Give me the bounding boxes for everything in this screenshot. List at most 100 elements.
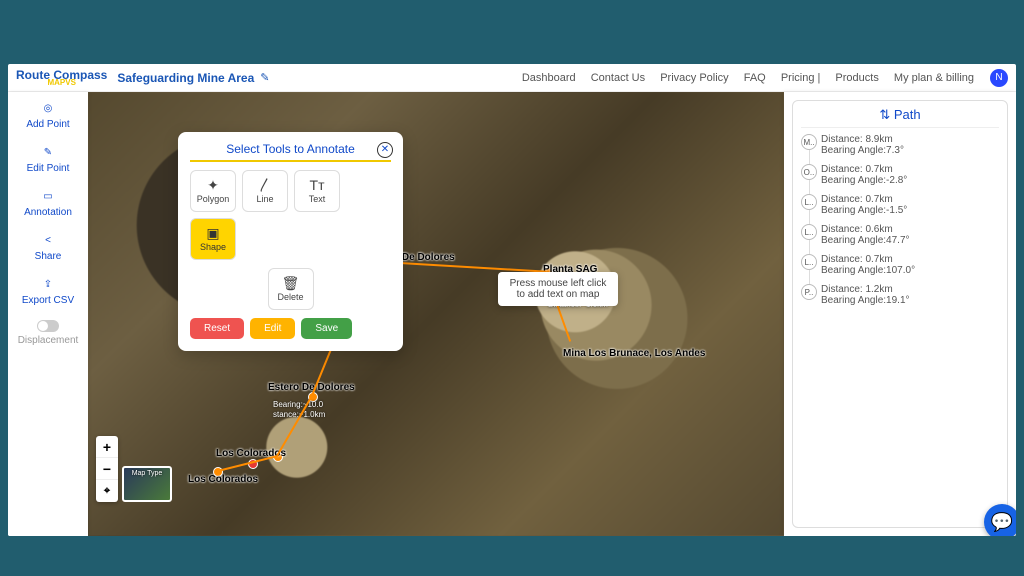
content: ◎ Add Point ✎ Edit Point ▭ Annotation < … bbox=[8, 92, 1016, 536]
segment-distance: Distance: 0.7km bbox=[821, 254, 999, 265]
path-segment[interactable]: P.. Distance: 1.2kmBearing Angle:19.1° bbox=[801, 284, 999, 306]
app-frame: Route Compass MAPVS Safeguarding Mine Ar… bbox=[8, 64, 1016, 536]
swap-icon: ⇅ bbox=[879, 107, 890, 122]
tool-label: Line bbox=[256, 194, 273, 204]
segment-connector bbox=[809, 270, 810, 284]
segment-connector bbox=[809, 210, 810, 224]
locate-button[interactable]: ⌖ bbox=[96, 480, 118, 502]
path-segment[interactable]: L.. Distance: 0.6kmBearing Angle:47.7° bbox=[801, 224, 999, 246]
zoom-in-button[interactable]: + bbox=[96, 436, 118, 458]
tool-edit-point[interactable]: ✎ Edit Point bbox=[8, 136, 88, 180]
nav-dashboard[interactable]: Dashboard bbox=[522, 72, 576, 84]
annotate-title: Select Tools to Annotate ✕ bbox=[190, 142, 391, 162]
target-icon: ◎ bbox=[40, 100, 56, 116]
top-nav: Dashboard Contact Us Privacy Policy FAQ … bbox=[522, 72, 986, 84]
map-tooltip: Press mouse left click to add text on ma… bbox=[498, 272, 618, 306]
segment-badge: P.. bbox=[801, 284, 817, 300]
tool-displacement[interactable]: Displacement bbox=[8, 312, 88, 352]
annotate-tool-row2: 🗑 Delete bbox=[190, 268, 391, 310]
topbar: Route Compass MAPVS Safeguarding Mine Ar… bbox=[8, 64, 1016, 92]
segment-bearing: Bearing Angle:-1.5° bbox=[821, 205, 999, 216]
save-button[interactable]: Save bbox=[301, 318, 352, 339]
nav-products[interactable]: Products bbox=[835, 72, 878, 84]
segment-bearing: Bearing Angle:19.1° bbox=[821, 295, 999, 306]
tool-label: Annotation bbox=[24, 207, 72, 218]
tool-label: Add Point bbox=[26, 119, 69, 130]
marker[interactable] bbox=[248, 459, 258, 469]
segment-badge: L.. bbox=[801, 254, 817, 270]
trash-icon: 🗑 bbox=[282, 276, 300, 290]
map-label-estero2-sub2: stance:~1.0km bbox=[273, 410, 325, 419]
tool-polygon[interactable]: ✦ Polygon bbox=[190, 170, 236, 212]
path-title: ⇅ Path bbox=[801, 107, 999, 128]
tool-label: Polygon bbox=[197, 194, 230, 204]
project-title[interactable]: Safeguarding Mine Area bbox=[117, 71, 254, 85]
tool-line[interactable]: 〳 Line bbox=[242, 170, 288, 212]
zoom-controls: + − ⌖ bbox=[96, 436, 118, 502]
segment-connector bbox=[809, 150, 810, 164]
text-icon: Tᴛ bbox=[310, 178, 325, 192]
map-label-colorados1: Los Colorados bbox=[216, 448, 286, 459]
map-label-colorados2: Los Colorados bbox=[188, 474, 258, 485]
nav-faq[interactable]: FAQ bbox=[744, 72, 766, 84]
chat-button[interactable]: 💬 bbox=[984, 504, 1016, 536]
annotate-title-text: Select Tools to Annotate bbox=[226, 142, 355, 156]
map-type-thumb[interactable]: Map Type bbox=[122, 466, 172, 502]
segment-distance: Distance: 0.6km bbox=[821, 224, 999, 235]
segment-badge: L.. bbox=[801, 224, 817, 240]
zoom-out-button[interactable]: − bbox=[96, 458, 118, 480]
annotate-popup: Select Tools to Annotate ✕ ✦ Polygon 〳 Lin… bbox=[178, 132, 403, 351]
tool-label: Delete bbox=[277, 292, 303, 302]
segment-badge: M.. bbox=[801, 134, 817, 150]
export-icon: ⇪ bbox=[40, 276, 56, 292]
tool-delete[interactable]: 🗑 Delete bbox=[268, 268, 314, 310]
tool-share[interactable]: < Share bbox=[8, 224, 88, 268]
tool-text[interactable]: TᴛText bbox=[294, 170, 340, 212]
segment-distance: Distance: 0.7km bbox=[821, 164, 999, 175]
tool-annotation[interactable]: ▭ Annotation bbox=[8, 180, 88, 224]
toggle-icon[interactable] bbox=[37, 320, 59, 332]
path-segments: M.. Distance: 8.9kmBearing Angle:7.3° O.. D… bbox=[801, 134, 999, 306]
segment-badge: O.. bbox=[801, 164, 817, 180]
tool-label: Displacement bbox=[18, 335, 79, 346]
path-panel: ⇅ Path M.. Distance: 8.9kmBearing Angle:7… bbox=[784, 92, 1016, 536]
edit-button[interactable]: Edit bbox=[250, 318, 295, 339]
pencil-icon[interactable]: ✎ bbox=[260, 71, 269, 84]
left-toolbar: ◎ Add Point ✎ Edit Point ▭ Annotation < … bbox=[8, 92, 88, 536]
segment-distance: Distance: 8.9km bbox=[821, 134, 999, 145]
avatar[interactable]: N bbox=[990, 69, 1008, 87]
map-label-estero2: Estero De Dolores bbox=[268, 382, 355, 393]
map-label-estero2-sub1: Bearing:~10.0 bbox=[273, 400, 323, 409]
path-segment[interactable]: M.. Distance: 8.9kmBearing Angle:7.3° bbox=[801, 134, 999, 156]
tool-shape[interactable]: ▣Shape bbox=[190, 218, 236, 260]
close-icon[interactable]: ✕ bbox=[377, 142, 393, 158]
annotate-tool-row: ✦ Polygon 〳 Line TᴛText ▣Shape bbox=[190, 170, 391, 260]
path-card: ⇅ Path M.. Distance: 8.9kmBearing Angle:7… bbox=[792, 100, 1008, 528]
tool-export[interactable]: ⇪ Export CSV bbox=[8, 268, 88, 312]
tool-label: Edit Point bbox=[27, 163, 70, 174]
map-canvas[interactable]: Estero De Dolores Planta SAG Bearing: 15… bbox=[88, 92, 784, 536]
nav-plan[interactable]: My plan & billing bbox=[894, 72, 974, 84]
segment-bearing: Bearing Angle:107.0° bbox=[821, 265, 999, 276]
wand-icon: ✦ bbox=[207, 178, 219, 192]
chat-icon: 💬 bbox=[991, 512, 1013, 533]
nav-pricing[interactable]: Pricing | bbox=[781, 72, 821, 84]
tool-label: Share bbox=[35, 251, 62, 262]
path-segment[interactable]: L..Distance: 0.7kmBearing Angle:-1.5° bbox=[801, 194, 999, 216]
path-segment[interactable]: L.. Distance: 0.7kmBearing Angle:107.0° bbox=[801, 254, 999, 276]
path-title-text: Path bbox=[894, 107, 921, 122]
line-icon: 〳 bbox=[258, 178, 272, 192]
nav-contact[interactable]: Contact Us bbox=[591, 72, 645, 84]
shape-icon: ▣ bbox=[206, 226, 219, 240]
nav-privacy[interactable]: Privacy Policy bbox=[660, 72, 728, 84]
reset-button[interactable]: Reset bbox=[190, 318, 244, 339]
brand-logo[interactable]: Route Compass MAPVS bbox=[16, 69, 107, 87]
segment-connector bbox=[809, 180, 810, 194]
segment-connector bbox=[809, 240, 810, 254]
segment-bearing: Bearing Angle:7.3° bbox=[821, 145, 999, 156]
segment-bearing: Bearing Angle:47.7° bbox=[821, 235, 999, 246]
segment-distance: Distance: 1.2km bbox=[821, 284, 999, 295]
tool-add-point[interactable]: ◎ Add Point bbox=[8, 92, 88, 136]
pencil-icon: ✎ bbox=[40, 144, 56, 160]
path-segment[interactable]: O..Distance: 0.7kmBearing Angle:-2.8° bbox=[801, 164, 999, 186]
